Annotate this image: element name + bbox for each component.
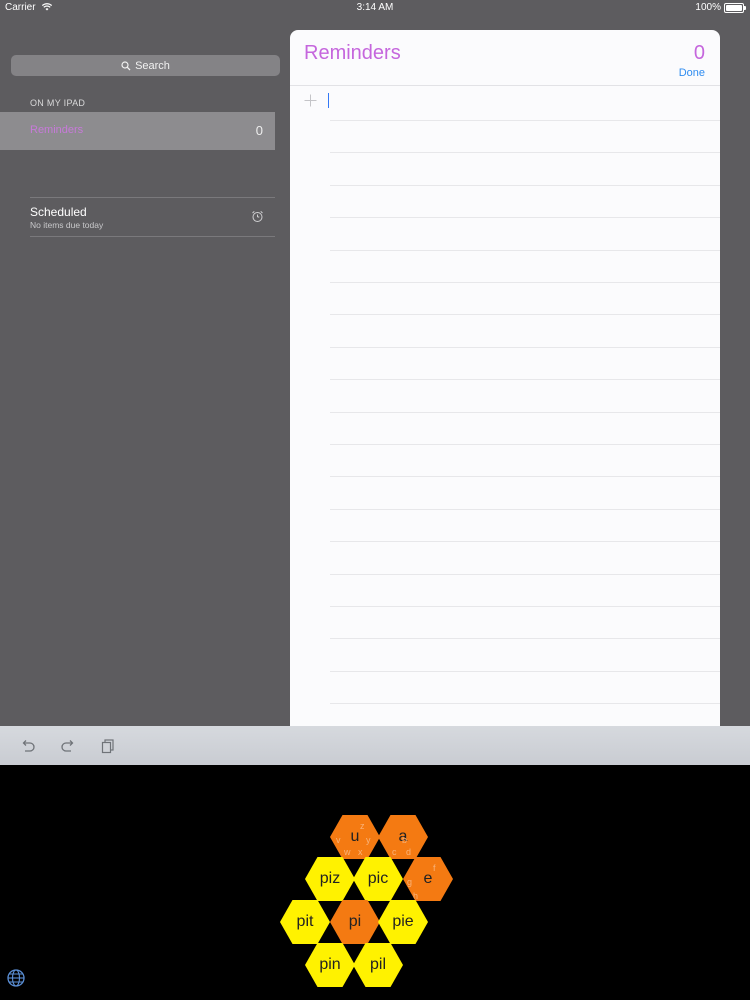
scheduled-title: Scheduled bbox=[30, 205, 87, 219]
battery-icon bbox=[724, 3, 746, 13]
ruled-line bbox=[330, 314, 720, 316]
sidebar-item-reminders[interactable]: Reminders 0 bbox=[0, 112, 275, 150]
hex-key-label: pic bbox=[367, 870, 389, 887]
hex-key-a[interactable]: abcd bbox=[378, 815, 428, 859]
hex-key-label: pil bbox=[369, 956, 386, 973]
hex-key-u[interactable]: uz v y wx bbox=[330, 815, 380, 859]
ruled-line bbox=[330, 508, 720, 510]
section-header: ON MY IPAD bbox=[30, 98, 86, 108]
ruled-line bbox=[330, 217, 720, 219]
hex-key-pin[interactable]: pin bbox=[305, 943, 355, 987]
globe-icon[interactable] bbox=[6, 968, 26, 988]
divider bbox=[290, 85, 720, 86]
hex-key-pil[interactable]: pil bbox=[353, 943, 403, 987]
hex-key-piz[interactable]: piz bbox=[305, 857, 355, 901]
hex-key-label: pit bbox=[296, 913, 314, 930]
hex-key-label: pie bbox=[392, 913, 414, 930]
redo-icon[interactable] bbox=[60, 738, 76, 754]
hex-key-hint: b bbox=[402, 835, 408, 845]
paste-icon[interactable] bbox=[100, 738, 116, 754]
status-bar: Carrier 3:14 AM 100% bbox=[0, 0, 750, 16]
hex-key-label: u bbox=[350, 828, 360, 845]
ruled-line bbox=[330, 541, 720, 543]
ruled-line bbox=[330, 379, 720, 381]
reminders-card: Reminders 0 Done bbox=[290, 30, 720, 726]
hex-key-pi[interactable]: pi bbox=[330, 900, 380, 944]
hex-key-hint: w bbox=[344, 847, 351, 857]
text-cursor[interactable] bbox=[328, 93, 329, 108]
list-count: 0 bbox=[255, 123, 263, 138]
hex-key-hint: f bbox=[433, 863, 436, 873]
ruled-line bbox=[330, 476, 720, 478]
ruled-line bbox=[330, 411, 720, 413]
card-count: 0 bbox=[693, 42, 705, 64]
ruled-line bbox=[330, 573, 720, 575]
status-time: 3:14 AM bbox=[356, 2, 394, 13]
ruled-line bbox=[330, 120, 720, 121]
ruled-line bbox=[330, 638, 720, 640]
hex-key-hint: c bbox=[392, 847, 397, 857]
scheduled-subtitle: No items due today bbox=[30, 220, 104, 230]
hex-key-pic[interactable]: pic bbox=[353, 857, 403, 901]
hex-key-label: pin bbox=[319, 956, 341, 973]
hex-key-hint: g bbox=[407, 877, 413, 887]
ruled-line bbox=[330, 670, 720, 672]
hex-key-label: pi bbox=[348, 913, 362, 930]
hex-key-label: piz bbox=[319, 870, 341, 887]
ruled-line bbox=[330, 346, 720, 348]
divider bbox=[30, 236, 275, 237]
ruled-line bbox=[330, 152, 720, 154]
hex-key-label: e bbox=[423, 870, 433, 887]
done-button[interactable]: Done bbox=[679, 67, 705, 79]
battery-indicator: 100% bbox=[695, 0, 746, 16]
divider bbox=[30, 197, 275, 198]
ruled-line bbox=[330, 249, 720, 251]
card-title: Reminders bbox=[304, 42, 401, 64]
search-placeholder: Search bbox=[135, 59, 170, 72]
hex-key-hint: v bbox=[336, 835, 341, 845]
search-input[interactable]: Search bbox=[11, 55, 280, 76]
alarm-clock-icon bbox=[252, 211, 263, 222]
hex-key-pie[interactable]: pie bbox=[378, 900, 428, 944]
ruled-line bbox=[330, 282, 720, 283]
hex-key-e[interactable]: eg f h bbox=[403, 857, 453, 901]
hex-key-hint: y bbox=[366, 835, 371, 845]
hex-key-hint: z bbox=[360, 821, 365, 831]
hex-key-hint: x bbox=[358, 847, 363, 857]
hex-key-hint: d bbox=[406, 847, 412, 857]
list-name: Reminders bbox=[30, 124, 84, 136]
ruled-line bbox=[330, 184, 720, 186]
ruled-line bbox=[330, 444, 720, 445]
shortcut-toolbar bbox=[0, 726, 750, 765]
hex-key-pit[interactable]: pit bbox=[280, 900, 330, 944]
hex-key-hint: h bbox=[413, 891, 419, 901]
undo-icon[interactable] bbox=[20, 738, 36, 754]
hex-keyboard: u z v y w x a b c d piz pic e g f h pit pi pie pin pil bbox=[0, 765, 750, 1000]
ruled-line bbox=[330, 606, 720, 607]
battery-percent: 100% bbox=[695, 2, 721, 13]
ruled-line bbox=[330, 703, 720, 705]
search-icon bbox=[121, 60, 131, 70]
add-reminder-icon[interactable] bbox=[304, 94, 317, 107]
